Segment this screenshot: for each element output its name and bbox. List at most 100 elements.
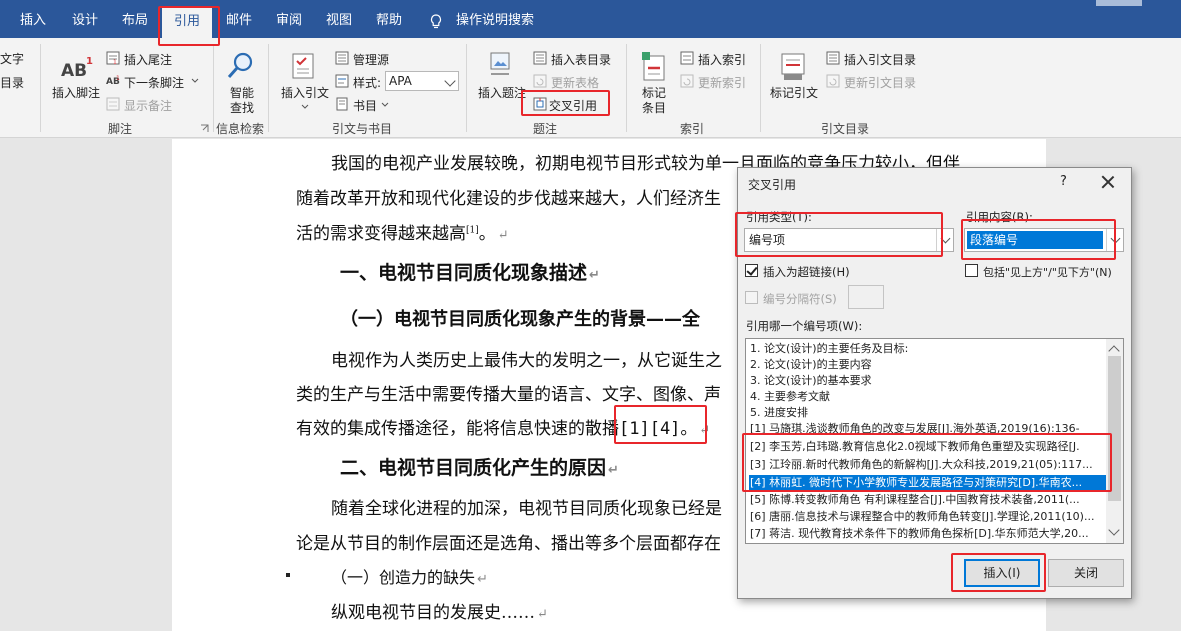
paragraph-1-line-3: 活的需求变得越来越高[1]。 ↵ (296, 219, 509, 244)
paragraph-mark-icon: ↵ (537, 607, 548, 622)
style-icon (335, 74, 349, 88)
group-separator (626, 44, 627, 132)
highlight-cross-reference-button (521, 90, 610, 116)
update-index-button[interactable]: 更新索引 (698, 74, 746, 91)
update-table-of-authorities-button[interactable]: 更新引文目录 (844, 74, 916, 91)
paragraph-2-line-2: 类的生产与生活中需要传播大量的语言、文字、图像、声 (296, 385, 721, 405)
close-button[interactable]: 关闭 (1048, 559, 1124, 587)
insert-footnote-icon: AB 1 (61, 56, 93, 80)
update-table-button[interactable]: 更新表格 (551, 74, 599, 91)
tab-view[interactable]: 视图 (320, 10, 358, 32)
group-separator (466, 44, 467, 132)
list-item[interactable]: 4. 主要参考文献 (749, 389, 1107, 405)
paragraph-2-line-1: 电视作为人类历史上最伟大的发明之一，从它诞生之 (331, 351, 722, 371)
separator-input[interactable] (848, 285, 884, 309)
scroll-up-icon[interactable] (1108, 345, 1120, 357)
dialog-launcher-icon[interactable] (200, 124, 209, 133)
insert-endnote-icon: 1 (106, 51, 120, 65)
paragraph-3-line-1: 随着全球化进程的加深，电视节目同质化现象已经是 (331, 499, 722, 519)
list-item[interactable]: 3. 论文(设计)的基本要求 (749, 373, 1107, 389)
subheading-creativity: （一）创造力的缺失 ↵ (331, 564, 488, 588)
group-separator (40, 44, 41, 132)
which-item-label: 引用哪一个编号项(W): (746, 319, 863, 333)
tab-design[interactable]: 设计 (66, 10, 104, 32)
citation-style-select[interactable]: APA (385, 71, 459, 91)
chevron-down-icon[interactable] (190, 76, 200, 86)
insert-citation-icon (292, 53, 314, 79)
tab-tell-me-search[interactable]: 操作说明搜索 (456, 10, 534, 32)
list-item[interactable]: [6] 唐丽.信息技术与课程整合中的教师角色转变[J].学理论,2011(10)… (749, 509, 1107, 525)
paragraph-1-line-2: 随着改革开放和现代化建设的步伐越来越大，人们经济生 (296, 189, 721, 209)
toc-text-label[interactable]: 文字 (0, 50, 24, 67)
help-icon[interactable]: ? (1060, 174, 1067, 189)
close-icon[interactable] (1098, 172, 1118, 192)
scroll-down-icon[interactable] (1108, 524, 1120, 536)
paragraph-mark-icon: ↵ (477, 572, 488, 587)
paragraph-mark-icon: ↵ (497, 228, 509, 243)
citation-superscript: [1] (466, 225, 479, 236)
smart-lookup-search-icon (227, 52, 253, 78)
insert-caption-icon (490, 52, 510, 75)
tab-layout[interactable]: 布局 (116, 10, 154, 32)
insert-caption-button[interactable]: 插入题注 (478, 84, 526, 101)
paragraph-4-text: 纵观电视节目的发展史…… (331, 603, 535, 623)
smart-lookup-button-line2[interactable]: 查找 (230, 99, 254, 116)
list-item[interactable]: 2. 论文(设计)的主要内容 (749, 357, 1107, 373)
separate-numbers-checkbox[interactable] (745, 291, 758, 304)
paragraph-mark-icon: ↵ (608, 463, 619, 478)
tab-mailings[interactable]: 邮件 (220, 10, 258, 32)
list-item[interactable]: 1. 论文(设计)的主要任务及目标: (749, 341, 1107, 357)
mark-citation-icon (781, 53, 805, 80)
manage-sources-icon (335, 51, 349, 65)
insert-table-of-authorities-button[interactable]: 插入引文目录 (844, 51, 916, 68)
bibliography-button[interactable]: 书目 (353, 97, 377, 114)
svg-text:AB: AB (61, 61, 87, 80)
paragraph-mark-icon: ↵ (589, 268, 600, 283)
insert-index-button[interactable]: 插入索引 (698, 51, 746, 68)
svg-text:1: 1 (113, 59, 117, 65)
show-notes-button[interactable]: 显示备注 (124, 97, 172, 114)
bullet-marker (286, 573, 290, 577)
chevron-down-icon[interactable] (380, 100, 390, 110)
update-index-icon (680, 74, 694, 88)
group-separator (268, 44, 269, 132)
group-separator (760, 44, 761, 132)
insert-as-hyperlink-checkbox[interactable] (745, 264, 758, 277)
dialog-title: 交叉引用 (748, 178, 797, 192)
chevron-down-icon (444, 75, 456, 87)
insert-table-of-figures-button[interactable]: 插入表目录 (551, 51, 611, 68)
insert-footnote-button[interactable]: 插入脚注 (52, 84, 100, 101)
toc-label[interactable]: 目录 (0, 74, 24, 91)
paragraph-2-text: 有效的集成传播途径，能将信息快速的散 (296, 419, 602, 439)
list-item[interactable]: [7] 蒋洁. 现代教育技术条件下的教师角色探析[D].华东师范大学,20... (749, 526, 1107, 542)
mark-entry-button-line2[interactable]: 条目 (642, 99, 666, 116)
group-label-citations: 引文与书目 (331, 122, 392, 136)
chevron-down-icon[interactable] (300, 102, 310, 112)
manage-sources-button[interactable]: 管理源 (353, 51, 389, 68)
show-notes-icon (106, 97, 120, 111)
svg-text:1: 1 (86, 56, 93, 67)
tab-review[interactable]: 审阅 (270, 10, 308, 32)
highlight-inserted-references (614, 405, 707, 444)
paragraph-4: 纵观电视节目的发展史…… ↵ (331, 598, 548, 623)
insert-citation-button[interactable]: 插入引文 (281, 84, 329, 101)
group-separator (213, 44, 214, 132)
group-label-table-of-authorities: 引文目录 (820, 122, 869, 136)
insert-endnote-button[interactable]: 插入尾注 (124, 51, 172, 68)
update-table-of-authorities-icon (826, 74, 840, 88)
tab-help[interactable]: 帮助 (370, 10, 408, 32)
highlight-selected-items (742, 433, 1112, 492)
insert-as-hyperlink-label: 插入为超链接(H) (763, 265, 850, 279)
list-item[interactable]: [5] 陈博.转变教师角色 有利课程整合[J].中国教育技术装备,2011(..… (749, 492, 1107, 508)
window-control[interactable] (1096, 0, 1142, 6)
next-footnote-icon: AB1 (106, 75, 120, 87)
list-item[interactable]: 5. 进度安排 (749, 405, 1107, 421)
tab-insert[interactable]: 插入 (14, 10, 52, 32)
heading-1: 一、电视节目同质化现象描述 ↵ (340, 258, 600, 285)
mark-citation-button[interactable]: 标记引文 (770, 84, 818, 101)
group-label-index: 索引 (679, 122, 704, 136)
bibliography-icon (336, 97, 348, 111)
next-footnote-button[interactable]: 下一条脚注 (124, 74, 184, 91)
style-label: 样式: (353, 76, 382, 90)
include-above-below-checkbox[interactable] (965, 264, 978, 277)
